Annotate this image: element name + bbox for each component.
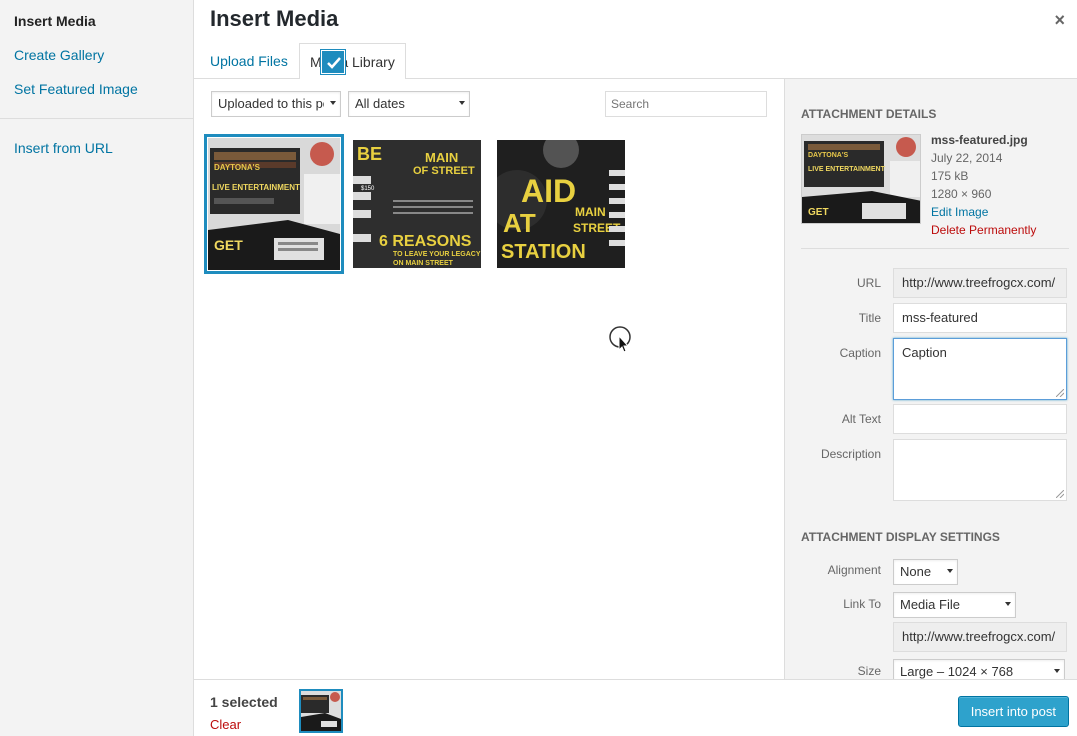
link-to-label: Link To bbox=[843, 597, 881, 611]
menu-item-set-featured-image[interactable]: Set Featured Image bbox=[0, 72, 193, 106]
insert-into-post-button[interactable]: Insert into post bbox=[957, 696, 1069, 727]
frame-title: Insert Media bbox=[210, 6, 339, 31]
selection-thumbnail[interactable] bbox=[299, 689, 343, 733]
thumb-text: GET bbox=[214, 237, 243, 253]
attachment-image: AID AT STATION MAIN STREET bbox=[497, 140, 625, 268]
url-label: URL bbox=[856, 276, 881, 290]
date-filter[interactable]: All dates bbox=[348, 91, 470, 117]
caption-label: Caption bbox=[839, 346, 881, 360]
details-divider bbox=[801, 248, 1069, 249]
description-label: Description bbox=[820, 447, 881, 461]
size-value: Large – 1024 × 768 bbox=[900, 664, 1014, 679]
link-to-value: Media File bbox=[900, 597, 960, 612]
menu-separator bbox=[0, 118, 193, 119]
menu-item-insert-from-url[interactable]: Insert from URL bbox=[0, 131, 193, 165]
caption-value: Caption bbox=[902, 345, 947, 360]
thumb-text: LIVE ENTERTAINMENT bbox=[212, 183, 300, 192]
attachment-thumbnail[interactable]: DAYTONA'S LIVE ENTERTAINMENT GET bbox=[204, 134, 344, 274]
search-input[interactable] bbox=[605, 91, 767, 117]
attachment-image: DAYTONA'S LIVE ENTERTAINMENT GET bbox=[208, 138, 340, 270]
media-toolbar: 1 selected Clear Insert into post bbox=[194, 679, 1077, 736]
attachment-filename: mss-featured.jpg bbox=[931, 133, 1028, 147]
chevron-down-icon bbox=[330, 101, 336, 105]
selection-count: 1 selected bbox=[210, 694, 278, 710]
tab-upload-files[interactable]: Upload Files bbox=[200, 43, 298, 79]
description-field[interactable] bbox=[893, 439, 1067, 501]
alt-text-label: Alt Text bbox=[841, 412, 881, 426]
thumb-text: AID bbox=[521, 173, 576, 209]
attachment-details-heading: Attachment Details bbox=[801, 107, 937, 121]
thumb-text: DAYTONA'S bbox=[808, 152, 849, 159]
thumb-text: OF STREET bbox=[413, 165, 475, 177]
media-type-filter-value: Uploaded to this po bbox=[218, 96, 324, 111]
menu-item-create-gallery[interactable]: Create Gallery bbox=[0, 38, 193, 72]
media-frame-menu: Insert Media Create Gallery Set Featured… bbox=[0, 0, 194, 736]
selected-check-icon[interactable] bbox=[321, 50, 345, 74]
attachment-image bbox=[301, 691, 341, 731]
title-label: Title bbox=[858, 311, 881, 325]
attachment-details-sidebar: Attachment Details DAYTONA'S LIVE ENTERT… bbox=[784, 79, 1077, 679]
attachment-file-size: 175 kB bbox=[931, 169, 969, 183]
date-filter-value: All dates bbox=[355, 96, 405, 111]
link-to-select[interactable]: Media File bbox=[893, 592, 1016, 618]
chevron-down-icon bbox=[459, 101, 465, 105]
attachment-thumbnail[interactable]: AID AT STATION MAIN STREET bbox=[497, 140, 625, 268]
clear-selection-link[interactable]: Clear bbox=[210, 717, 241, 732]
thumb-text: TO LEAVE YOUR LEGACY bbox=[393, 251, 481, 258]
chevron-down-icon bbox=[1054, 669, 1060, 673]
alignment-value: None bbox=[900, 564, 932, 579]
thumb-text: 6 REASONS bbox=[379, 233, 472, 250]
attachment-image: BE MAIN OF STREET $150 6 REASONS TO LEAV… bbox=[353, 140, 481, 268]
tab-media-library[interactable]: Media Library bbox=[299, 43, 406, 80]
delete-permanently-link[interactable]: Delete Permanently bbox=[931, 221, 1036, 239]
attachment-details-thumbnail: DAYTONA'S LIVE ENTERTAINMENT GET bbox=[801, 134, 921, 224]
thumb-text: DAYTONA'S bbox=[214, 163, 261, 172]
chevron-down-icon bbox=[947, 569, 953, 573]
link-url-field[interactable]: http://www.treefrogcx.com/ bbox=[893, 622, 1067, 652]
media-type-filter[interactable]: Uploaded to this po bbox=[211, 91, 341, 117]
thumb-text: ON MAIN STREET bbox=[393, 260, 454, 267]
edit-image-link[interactable]: Edit Image bbox=[931, 203, 1036, 221]
mouse-cursor-icon bbox=[609, 326, 631, 352]
caption-field[interactable]: Caption bbox=[893, 338, 1067, 400]
title-field[interactable]: mss-featured bbox=[893, 303, 1067, 333]
alignment-select[interactable]: None bbox=[893, 559, 958, 585]
size-select[interactable]: Large – 1024 × 768 bbox=[893, 659, 1065, 679]
thumb-text: AT bbox=[503, 208, 536, 238]
attachment-thumbnail[interactable]: BE MAIN OF STREET $150 6 REASONS TO LEAV… bbox=[353, 140, 481, 268]
attachment-date: July 22, 2014 bbox=[931, 151, 1003, 165]
alt-text-field[interactable] bbox=[893, 404, 1067, 434]
attachment-image: DAYTONA'S LIVE ENTERTAINMENT GET bbox=[802, 135, 920, 223]
attachment-info: mss-featured.jpg July 22, 2014 175 kB 12… bbox=[931, 131, 1036, 239]
menu-item-insert-media[interactable]: Insert Media bbox=[0, 4, 193, 38]
thumb-text: $150 bbox=[361, 186, 375, 192]
size-label: Size bbox=[857, 664, 881, 678]
chevron-down-icon bbox=[1005, 602, 1011, 606]
thumb-text: GET bbox=[808, 207, 829, 218]
display-settings-heading: Attachment Display Settings bbox=[801, 530, 1000, 544]
thumb-text: LIVE ENTERTAINMENT bbox=[808, 166, 886, 173]
resize-handle-icon[interactable] bbox=[1056, 490, 1064, 498]
alignment-label: Alignment bbox=[827, 563, 881, 577]
attachment-dimensions: 1280 × 960 bbox=[931, 187, 992, 201]
close-icon[interactable]: × bbox=[1054, 10, 1065, 31]
thumb-text: MAIN bbox=[425, 150, 458, 165]
thumb-text: STATION bbox=[501, 241, 586, 263]
thumb-text: BE bbox=[357, 144, 382, 164]
resize-handle-icon[interactable] bbox=[1056, 389, 1064, 397]
url-field[interactable]: http://www.treefrogcx.com/ bbox=[893, 268, 1067, 298]
thumb-text: MAIN bbox=[575, 205, 606, 219]
